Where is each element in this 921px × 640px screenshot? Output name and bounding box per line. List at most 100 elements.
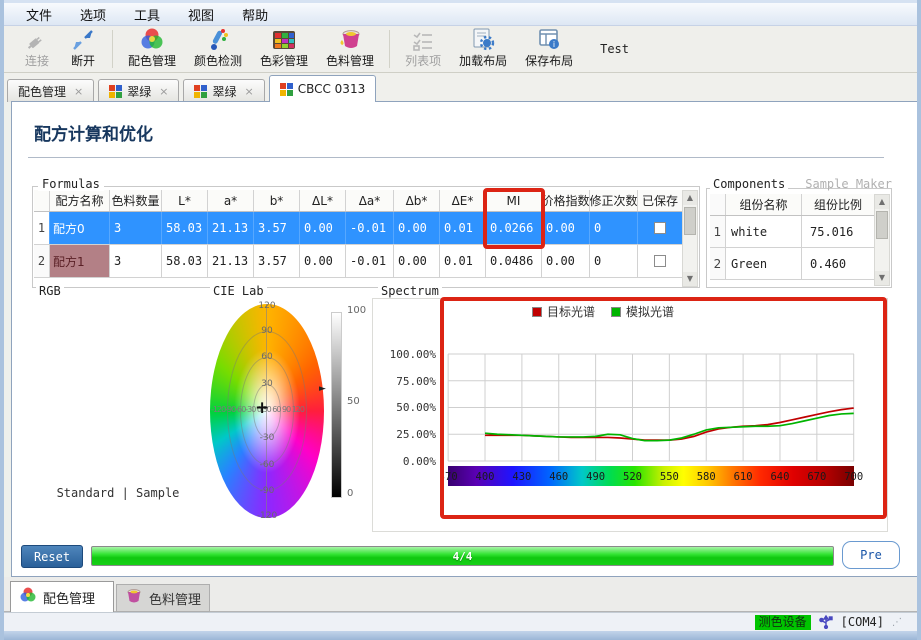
component-row-1[interactable]: 1 white 75.016 (710, 216, 874, 248)
list-items-button[interactable]: 列表项 (396, 26, 450, 72)
svg-text:370: 370 (442, 471, 458, 483)
component-row-2[interactable]: 2 Green 0.460 (710, 248, 874, 280)
target-series-swatch (532, 307, 542, 317)
scroll-down-icon[interactable]: ▼ (875, 271, 889, 285)
save-layout-label: 保存布局 (525, 52, 573, 69)
row-number: 1 (34, 212, 50, 244)
components-scrollbar[interactable]: ▲ ▼ (874, 194, 890, 286)
saved-checkbox[interactable] (654, 222, 666, 234)
connect-button[interactable]: 连接 (14, 26, 60, 72)
spectrum-chart: 370400430460490520550580610640670700 (442, 340, 866, 500)
close-icon[interactable]: × (159, 85, 168, 98)
disconnect-button[interactable]: 断开 (60, 26, 106, 72)
menu-tools[interactable]: 工具 (122, 3, 172, 26)
page-title: 配方计算和优化 (34, 120, 153, 145)
cell: 21.13 (208, 212, 254, 244)
close-icon[interactable]: × (244, 85, 253, 98)
col-dL[interactable]: ΔL* (300, 190, 346, 211)
colorant-management-button[interactable]: 色料管理 (317, 26, 383, 72)
menu-options[interactable]: 选项 (68, 3, 118, 26)
tab-color-matching[interactable]: 配色管理 × (7, 79, 94, 102)
svg-text:520: 520 (623, 471, 642, 483)
component-ratio: 75.016 (802, 216, 874, 247)
col-formula-name[interactable]: 配方名称 (50, 190, 110, 211)
save-layout-button[interactable]: i 保存布局 (516, 26, 582, 72)
color-management-button[interactable]: 色彩管理 (251, 26, 317, 72)
lightness-gradient-bar[interactable] (331, 312, 342, 498)
pre-button[interactable]: Pre (842, 541, 900, 569)
col-da[interactable]: Δa* (346, 190, 394, 211)
rgb-circles-icon (139, 26, 165, 52)
color-matching-button[interactable]: 配色管理 (119, 26, 185, 72)
cie-axis-label: 120 (252, 301, 282, 311)
y-tick-label: 100.00% (384, 348, 436, 361)
svg-text:460: 460 (549, 471, 568, 483)
formula-row-1[interactable]: 1 配方0 3 58.03 21.13 3.57 0.00 -0.01 0.00… (34, 212, 682, 245)
tab-sample-maker[interactable]: Sample Maker (802, 177, 895, 191)
tab-label: 翠绿 (127, 83, 151, 100)
col-L[interactable]: L* (162, 190, 208, 211)
load-layout-icon (470, 26, 496, 52)
tab-cuilv-1[interactable]: 翠绿 × (98, 79, 179, 102)
col-correction-count[interactable]: 修正次数 (590, 190, 638, 211)
reset-button[interactable]: Reset (21, 545, 83, 568)
row-number-header (710, 194, 726, 215)
svg-text:700: 700 (844, 471, 863, 483)
rgb-circles-icon (19, 586, 37, 608)
bottom-tab-color-matching[interactable]: 配色管理 (10, 581, 114, 612)
y-tick-label: 25.00% (384, 428, 436, 441)
close-icon[interactable]: × (74, 85, 83, 98)
scroll-up-icon[interactable]: ▲ (875, 195, 889, 209)
component-name: white (726, 216, 802, 247)
col-b[interactable]: b* (254, 190, 300, 211)
menu-help[interactable]: 帮助 (230, 3, 280, 26)
menu-view[interactable]: 视图 (176, 3, 226, 26)
document-tabstrip: 配色管理 × 翠绿 × 翠绿 × CBCC 0313 (4, 73, 917, 102)
scroll-down-icon[interactable]: ▼ (683, 272, 697, 286)
components-header-row: 组份名称 组份比例 (710, 194, 874, 216)
cie-axis-label: 60 (252, 352, 282, 362)
saved-checkbox[interactable] (654, 255, 666, 267)
col-dE[interactable]: ΔE* (440, 190, 486, 211)
col-saved[interactable]: 已保存 (638, 190, 682, 211)
svg-text:640: 640 (770, 471, 789, 483)
cell: 0.00 (300, 212, 346, 244)
col-a[interactable]: a* (208, 190, 254, 211)
colorant-management-label: 色料管理 (326, 52, 374, 69)
formulas-scrollbar[interactable]: ▲ ▼ (682, 190, 698, 287)
window-frame-bottom (4, 631, 917, 640)
cie-sample-crosshair: + (255, 398, 269, 418)
sample-color-swatch (79, 352, 162, 463)
svg-text:580: 580 (697, 471, 716, 483)
lightness-marker-icon[interactable]: ► (319, 384, 326, 394)
tab-label: 翠绿 (212, 83, 236, 100)
col-component-name[interactable]: 组份名称 (726, 194, 802, 215)
resize-grip[interactable]: ⋰ (892, 617, 903, 628)
col-MI[interactable]: MI (486, 190, 542, 211)
simulated-series-swatch (611, 307, 621, 317)
scroll-thumb[interactable] (876, 211, 888, 239)
color-detect-label: 颜色检测 (194, 52, 242, 69)
rgb-panel-label: RGB (36, 284, 64, 298)
save-layout-icon: i (536, 26, 562, 52)
col-colorant-count[interactable]: 色料数量 (110, 190, 162, 211)
menu-file[interactable]: 文件 (14, 3, 64, 26)
tab-cuilv-2[interactable]: 翠绿 × (183, 79, 264, 102)
y-tick-label: 0.00% (384, 455, 436, 468)
scroll-up-icon[interactable]: ▲ (683, 191, 697, 205)
spectrum-legend: 目标光谱 模拟光谱 (532, 303, 674, 320)
lightness-label-100: 100 (347, 305, 366, 316)
tab-components[interactable]: Components (710, 177, 788, 191)
scroll-thumb[interactable] (684, 207, 696, 235)
device-status-badge: 测色设备 (755, 615, 811, 630)
col-db[interactable]: Δb* (394, 190, 440, 211)
cell: 0 (590, 245, 638, 277)
formula-row-2[interactable]: 2 配方1 3 58.03 21.13 3.57 0.00 -0.01 0.00… (34, 245, 682, 278)
col-price-index[interactable]: 价格指数 (542, 190, 590, 211)
col-component-ratio[interactable]: 组份比例 (802, 194, 874, 215)
paint-bucket-icon (337, 26, 363, 52)
tab-cbcc-0313[interactable]: CBCC 0313 (269, 75, 377, 102)
bottom-tab-colorant-management[interactable]: 色料管理 (116, 584, 210, 612)
load-layout-button[interactable]: 加载布局 (450, 26, 516, 72)
color-detect-button[interactable]: 颜色检测 (185, 26, 251, 72)
